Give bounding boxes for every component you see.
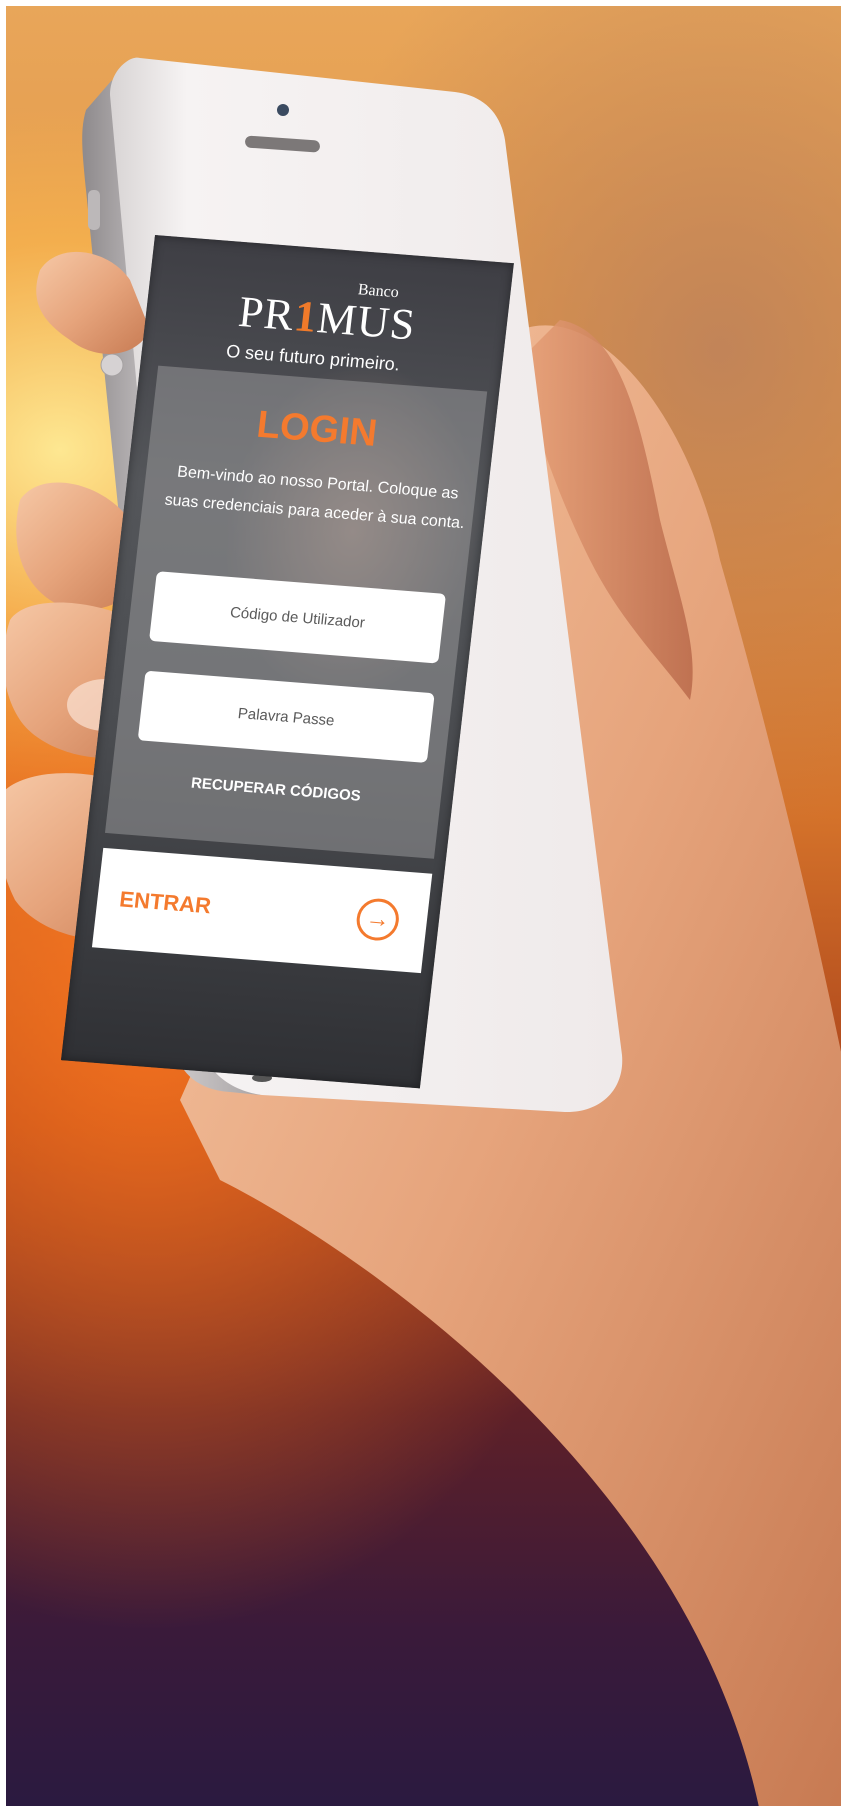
logo-part-2: MUS	[314, 293, 419, 350]
logo-part-1: PR	[236, 286, 298, 341]
login-title: LOGIN	[254, 403, 380, 455]
password-input[interactable]	[137, 670, 435, 763]
user-code-input[interactable]	[149, 571, 447, 664]
login-panel: LOGIN Bem-vindo ao nosso Portal. Coloque…	[104, 365, 488, 859]
brand-logo: Banco PR1MUS O seu futuro primeiro.	[152, 265, 511, 374]
submit-label: ENTRAR	[118, 886, 213, 919]
welcome-message: Bem-vindo ao nosso Portal. Coloque as su…	[163, 463, 466, 533]
recover-codes-link[interactable]: RECUPERAR CÓDIGOS	[110, 768, 441, 811]
arrow-right-circle-icon: →	[354, 897, 402, 943]
login-submit-button[interactable]: ENTRAR →	[91, 847, 433, 974]
